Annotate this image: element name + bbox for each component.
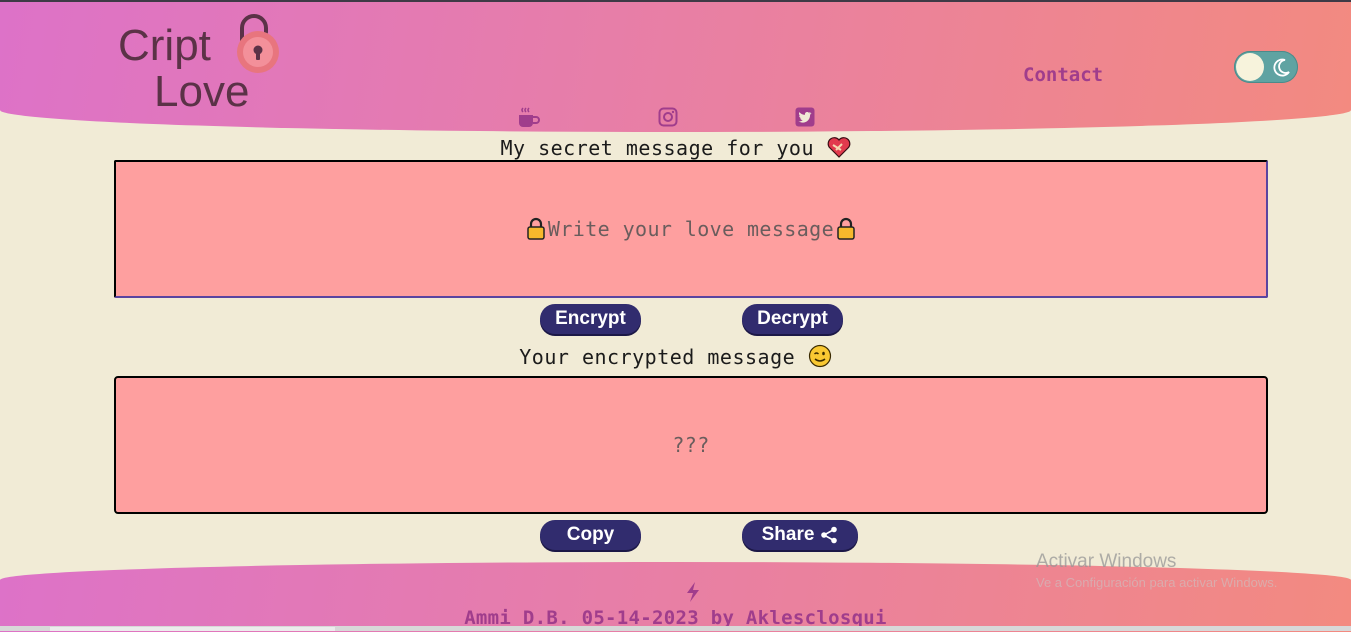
output-placeholder: ??? — [672, 433, 710, 457]
output-title-text: Your encrypted message — [519, 345, 796, 369]
secret-message-textarea[interactable]: Write your love message — [114, 160, 1268, 298]
encrypted-message-output[interactable]: ??? — [114, 376, 1268, 514]
nav-contact-link[interactable]: Contact — [1023, 64, 1103, 86]
twitter-icon — [795, 107, 815, 127]
lock-icon — [527, 217, 545, 240]
twitter-link[interactable] — [795, 107, 815, 127]
message-placeholder: Write your love message — [526, 217, 856, 241]
share-icon — [821, 526, 838, 544]
instagram-link[interactable] — [658, 107, 678, 127]
window-border — [0, 0, 1351, 2]
taskbar-edge — [0, 626, 1351, 631]
logo-line-1: Cript — [118, 21, 211, 70]
decrypt-button[interactable]: Decrypt — [742, 304, 843, 334]
mending-heart-icon — [827, 136, 851, 160]
logo[interactable]: Cript Love — [114, 10, 284, 114]
padlock-icon — [237, 14, 279, 73]
lightning-icon — [687, 582, 699, 602]
placeholder-text: Write your love message — [547, 217, 835, 241]
lock-icon — [837, 217, 855, 240]
copy-button[interactable]: Copy — [540, 520, 641, 550]
winking-face-icon — [808, 344, 832, 369]
input-section-title: My secret message for you — [0, 136, 1351, 160]
os-activation-watermark-subtitle: Ve a Configuración para activar Windows. — [1036, 575, 1278, 590]
share-button[interactable]: Share — [742, 520, 858, 550]
theme-toggle[interactable] — [1234, 51, 1298, 83]
instagram-icon — [658, 107, 678, 127]
coffee-icon — [519, 107, 540, 127]
encrypt-button[interactable]: Encrypt — [540, 304, 641, 334]
copy-button-label: Copy — [566, 524, 615, 545]
output-section-title: Your encrypted message — [0, 344, 1351, 369]
input-title-text: My secret message for you — [500, 136, 814, 160]
toggle-knob — [1236, 53, 1264, 81]
coffee-link[interactable] — [517, 107, 541, 129]
moon-icon — [1273, 58, 1290, 77]
os-activation-watermark-title: Activar Windows — [1036, 551, 1177, 572]
share-button-label: Share — [761, 524, 815, 545]
